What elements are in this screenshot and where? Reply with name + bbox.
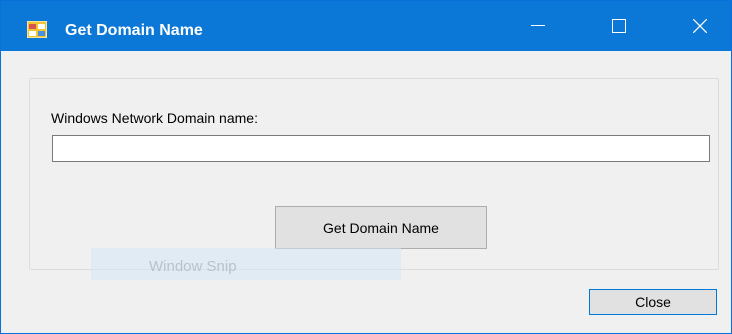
domain-field-label: Windows Network Domain name: (51, 110, 258, 126)
window-snip-overlay (91, 248, 401, 280)
close-window-button[interactable] (671, 1, 729, 51)
minimize-button[interactable] (509, 1, 567, 51)
dialog-window: Get Domain Name Windows Network Domain n… (0, 0, 732, 334)
window-snip-label: Window Snip (149, 258, 237, 275)
maximize-button[interactable] (590, 1, 648, 51)
close-button[interactable]: Close (589, 289, 717, 315)
maximize-icon (612, 19, 626, 33)
close-icon (693, 19, 707, 33)
minimize-icon (531, 25, 545, 26)
get-domain-name-button[interactable]: Get Domain Name (275, 206, 487, 249)
title-bar[interactable]: Get Domain Name (1, 1, 731, 51)
app-form-icon (26, 20, 48, 39)
domain-name-input[interactable] (52, 135, 710, 162)
window-title: Get Domain Name (65, 22, 203, 39)
